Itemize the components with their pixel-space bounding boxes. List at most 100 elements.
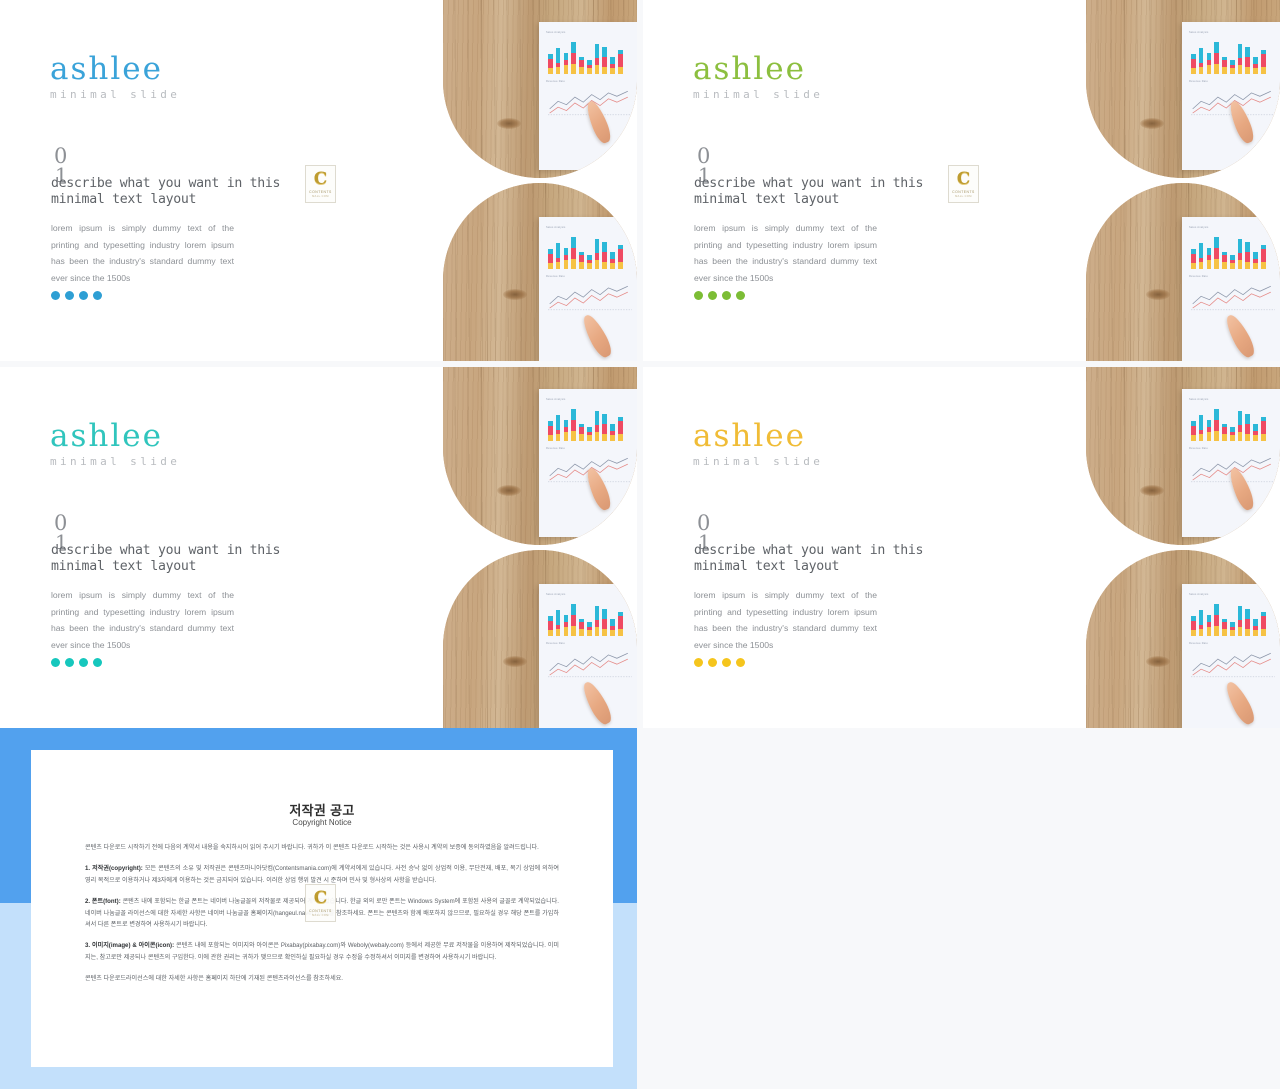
bar-segment bbox=[1214, 259, 1219, 269]
bar-column bbox=[1229, 427, 1235, 441]
copyright-slide[interactable]: 저작권 공고 Copyright Notice 콘텐츠 다운로드 시작하기 전에… bbox=[0, 728, 637, 1089]
bar-segment bbox=[1206, 419, 1212, 428]
chart-report-sheet: Sales Analysis Revenue Rate bbox=[1182, 389, 1280, 537]
bar-column bbox=[586, 622, 592, 636]
bar-segment bbox=[602, 251, 608, 262]
bar-column bbox=[610, 618, 615, 636]
bar-segment bbox=[1253, 262, 1258, 269]
bar-segment bbox=[1214, 236, 1219, 248]
stacked-bar-chart bbox=[1191, 233, 1266, 269]
bar-segment bbox=[563, 65, 569, 74]
bar-segment bbox=[563, 419, 569, 428]
bar-column bbox=[1198, 47, 1204, 74]
line-chart bbox=[1191, 285, 1275, 311]
bar-segment bbox=[594, 252, 600, 261]
bar-column bbox=[618, 245, 623, 269]
bar-segment bbox=[1198, 628, 1204, 636]
bar-segment bbox=[548, 621, 553, 630]
bar-column bbox=[579, 423, 584, 441]
bar-segment bbox=[602, 241, 608, 252]
slide-preview-green[interactable]: ashlee minimal slide 0 1 describe what y… bbox=[643, 0, 1280, 361]
bar-segment bbox=[1198, 609, 1204, 625]
bar-segment bbox=[618, 421, 623, 434]
bar-segment bbox=[1206, 614, 1212, 623]
line-series bbox=[1192, 652, 1271, 672]
slide-preview-yellow[interactable]: ashlee minimal slide 0 1 describe what y… bbox=[643, 367, 1280, 728]
copyright-title: 저작권 공고 bbox=[289, 803, 355, 818]
stacked-bar-chart bbox=[548, 405, 623, 441]
bar-segment bbox=[1214, 603, 1219, 615]
bar-segment bbox=[1245, 608, 1251, 619]
bar-column bbox=[602, 413, 608, 441]
chart-label-bottom: Revenue Rate bbox=[1189, 80, 1208, 83]
chart-label-top: Sales Analysis bbox=[1189, 226, 1209, 229]
bar-column bbox=[618, 50, 623, 74]
bar-segment bbox=[571, 419, 576, 431]
bar-column bbox=[1237, 239, 1243, 269]
chart-label-top: Sales Analysis bbox=[546, 398, 566, 401]
bar-segment bbox=[1245, 413, 1251, 424]
line-series bbox=[549, 285, 628, 305]
bar-column bbox=[618, 417, 623, 441]
wood-grain-line bbox=[1130, 550, 1131, 728]
bar-segment bbox=[1214, 408, 1219, 420]
bar-segment bbox=[1222, 261, 1227, 269]
bar-column bbox=[555, 47, 561, 74]
bar-segment bbox=[1229, 67, 1235, 74]
dot-indicator bbox=[51, 291, 60, 300]
bar-column bbox=[1253, 251, 1258, 269]
bar-segment bbox=[571, 64, 576, 74]
chart-report-sheet: Sales Analysis Revenue Rate bbox=[1182, 22, 1280, 170]
chart-label-bottom: Revenue Rate bbox=[546, 275, 565, 278]
bar-column bbox=[602, 241, 608, 269]
bar-segment bbox=[1237, 411, 1243, 425]
bar-segment bbox=[548, 59, 553, 68]
line-chart bbox=[548, 285, 632, 311]
chart-label-bottom: Revenue Rate bbox=[1189, 642, 1208, 645]
chart-label-top: Sales Analysis bbox=[1189, 593, 1209, 596]
bar-segment bbox=[1206, 247, 1212, 256]
bar-column bbox=[1222, 56, 1227, 74]
bar-segment bbox=[563, 260, 569, 269]
bar-segment bbox=[1191, 262, 1196, 269]
bar-segment bbox=[610, 67, 615, 74]
slide-brand-subtitle: minimal slide bbox=[693, 88, 824, 101]
bar-column bbox=[555, 609, 561, 636]
bar-segment bbox=[602, 56, 608, 67]
bar-column bbox=[1229, 622, 1235, 636]
slide-headline: describe what you want in this minimal t… bbox=[51, 176, 281, 207]
bar-segment bbox=[1253, 67, 1258, 74]
bar-column bbox=[579, 618, 584, 636]
bar-segment bbox=[1261, 54, 1266, 67]
bar-column bbox=[1245, 241, 1251, 269]
bar-segment bbox=[586, 629, 592, 636]
bar-segment bbox=[1214, 52, 1219, 64]
wood-grain-line bbox=[481, 367, 482, 545]
slide-index-number: 0 1 bbox=[697, 146, 711, 186]
chart-label-top: Sales Analysis bbox=[1189, 31, 1209, 34]
slide-headline: describe what you want in this minimal t… bbox=[694, 176, 924, 207]
bar-column bbox=[1261, 417, 1266, 441]
bar-segment bbox=[1245, 251, 1251, 262]
bar-segment bbox=[579, 628, 584, 636]
slide-brand-title: ashlee bbox=[693, 418, 806, 454]
bar-column bbox=[555, 242, 561, 269]
bar-segment bbox=[1214, 247, 1219, 259]
bar-column bbox=[548, 54, 553, 74]
chart-label-bottom: Revenue Rate bbox=[546, 642, 565, 645]
bar-segment bbox=[1237, 606, 1243, 620]
slide-dot-indicators bbox=[51, 658, 102, 667]
bar-column bbox=[563, 419, 569, 441]
bar-segment bbox=[555, 628, 561, 636]
wood-knot bbox=[503, 289, 527, 300]
bar-segment bbox=[1191, 254, 1196, 263]
bar-segment bbox=[1253, 56, 1258, 64]
wood-knot bbox=[497, 485, 521, 496]
bar-segment bbox=[1245, 618, 1251, 629]
chart-report-sheet: Sales Analysis Revenue Rate bbox=[1182, 584, 1280, 728]
slide-preview-teal[interactable]: ashlee minimal slide 0 1 describe what y… bbox=[0, 367, 637, 728]
bar-column bbox=[610, 423, 615, 441]
bar-column bbox=[1222, 618, 1227, 636]
bar-segment bbox=[579, 261, 584, 269]
slide-preview-blue[interactable]: ashlee minimal slide 0 1 describe what y… bbox=[0, 0, 637, 361]
